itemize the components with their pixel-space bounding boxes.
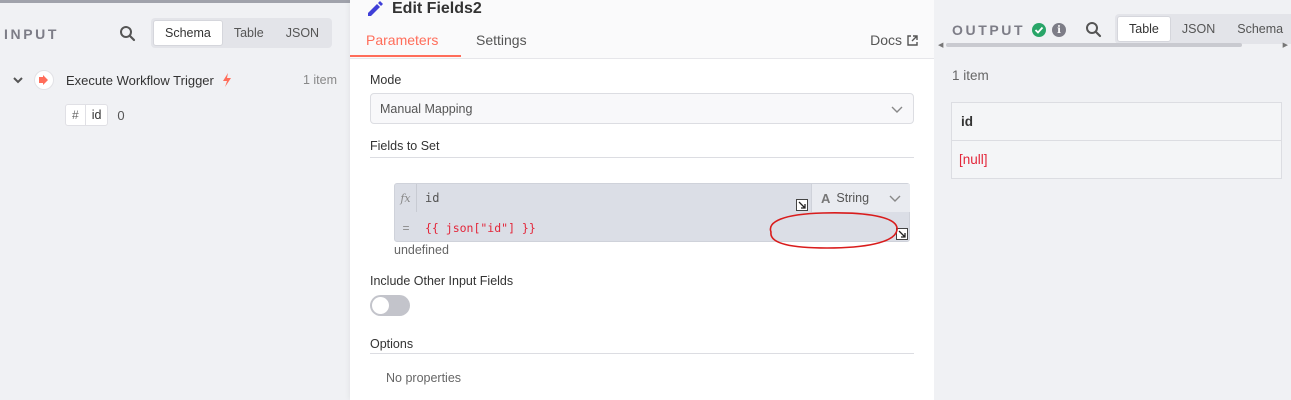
input-tab-table[interactable]: Table — [223, 20, 275, 46]
output-table: id [null] — [951, 102, 1282, 179]
schema-field-row[interactable]: # id 0 — [65, 104, 125, 126]
fx-icon: fx — [395, 184, 417, 212]
external-link-icon — [907, 34, 918, 46]
edit-panel: Edit Fields2 Parameters Settings Docs Mo… — [350, 0, 934, 400]
number-type-icon: # — [66, 105, 86, 125]
tab-parameters[interactable]: Parameters — [366, 32, 438, 48]
chevron-down-icon — [891, 106, 903, 113]
chevron-down-icon[interactable] — [12, 74, 24, 86]
output-view-switcher: Table JSON Schema — [1115, 14, 1291, 44]
node-title[interactable]: Edit Fields2 — [392, 0, 482, 18]
output-tab-json[interactable]: JSON — [1171, 16, 1226, 42]
pencil-icon — [368, 1, 383, 16]
input-tab-schema[interactable]: Schema — [153, 20, 223, 46]
table-cell: [null] — [959, 152, 988, 167]
scroll-left-icon[interactable]: ◀ — [938, 41, 943, 49]
active-tab-indicator — [350, 55, 461, 57]
expand-icon[interactable] — [796, 199, 808, 211]
assignment-row[interactable]: fx = id A String {{ json["id"] }} — [394, 183, 910, 242]
toggle-knob — [372, 297, 389, 314]
scroll-right-icon[interactable]: ▶ — [1283, 41, 1288, 49]
output-search-icon[interactable] — [1084, 20, 1104, 40]
output-tab-schema[interactable]: Schema — [1226, 16, 1291, 42]
mode-label: Mode — [370, 73, 402, 87]
include-fields-label: Include Other Input Fields — [370, 274, 514, 288]
options-label: Options — [370, 337, 414, 351]
options-divider — [370, 353, 914, 354]
string-type-icon: A — [821, 190, 831, 206]
table-header-id: id — [952, 103, 1281, 141]
chevron-down-icon — [889, 195, 901, 202]
tab-settings[interactable]: Settings — [476, 32, 527, 48]
edit-panel-header: Edit Fields2 Parameters Settings Docs — [350, 0, 934, 59]
assignment-type-value: String — [836, 191, 870, 205]
input-tab-json[interactable]: JSON — [275, 20, 330, 46]
input-panel: INPUT Schema Table JSON Execute Workflow… — [0, 0, 350, 400]
mode-select[interactable]: Manual Mapping — [370, 93, 914, 124]
options-empty-text: No properties — [386, 371, 462, 385]
fields-divider — [370, 157, 914, 158]
input-node-label: Execute Workflow Trigger — [66, 72, 214, 88]
fields-to-set-label: Fields to Set — [370, 139, 440, 153]
output-item-count: 1 item — [952, 68, 989, 83]
equals-icon: = — [402, 221, 410, 235]
schema-field-value: 0 — [117, 107, 125, 123]
trigger-bolt-icon — [222, 73, 231, 87]
docs-link[interactable]: Docs — [870, 32, 918, 48]
assignment-value-expression[interactable]: {{ json["id"] }} — [425, 221, 536, 235]
expression-result-hint: undefined — [394, 243, 449, 257]
scrollbar-thumb[interactable] — [946, 43, 1242, 47]
input-view-switcher: Schema Table JSON — [151, 18, 333, 48]
expand-icon[interactable] — [896, 228, 908, 240]
input-top-border — [0, 0, 350, 3]
success-check-icon — [1032, 23, 1046, 37]
input-title: INPUT — [4, 26, 59, 42]
schema-field-key: id — [91, 108, 102, 122]
include-fields-toggle[interactable] — [370, 295, 410, 316]
output-title: OUTPUT — [952, 22, 1026, 38]
input-node-row[interactable]: Execute Workflow Trigger 1 item — [12, 68, 337, 92]
output-tab-table[interactable]: Table — [1117, 16, 1171, 42]
input-item-count: 1 item — [302, 73, 337, 87]
assignment-name-input[interactable]: id — [425, 191, 439, 205]
assignment-type-select[interactable]: A String — [811, 184, 910, 212]
info-icon[interactable]: i — [1052, 23, 1066, 37]
schema-field-pill[interactable]: # id — [65, 104, 109, 126]
docs-label: Docs — [870, 32, 902, 48]
output-tabs-scrollbar[interactable]: ◀ ▶ — [938, 41, 1288, 49]
input-search-icon[interactable] — [118, 24, 138, 44]
output-panel: OUTPUT i Table JSON Schema ◀ ▶ 1 item id… — [934, 0, 1291, 400]
mode-select-value: Manual Mapping — [380, 101, 473, 116]
trigger-node-icon — [34, 70, 54, 90]
